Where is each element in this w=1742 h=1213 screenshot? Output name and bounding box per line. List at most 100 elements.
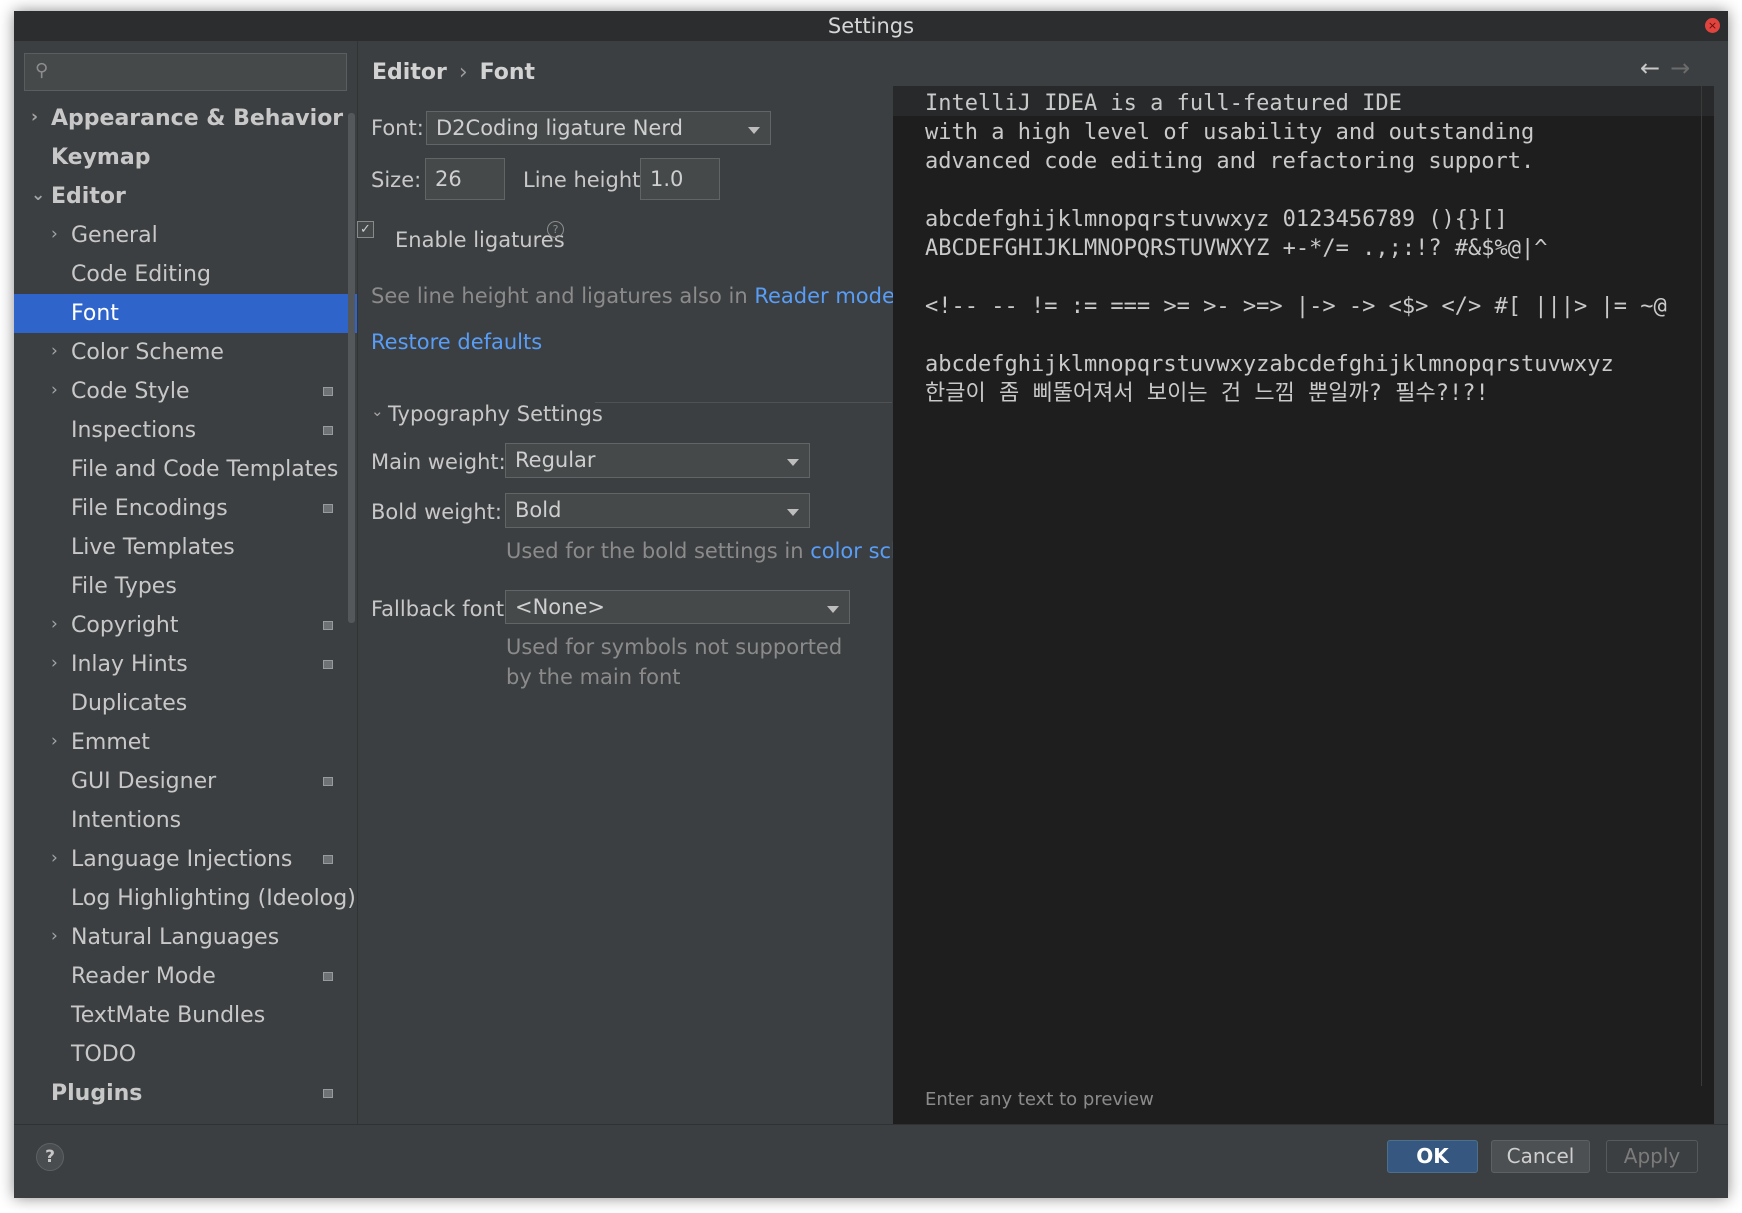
sidebar-item-label: TODO [71, 1042, 137, 1067]
sidebar-item-reader-mode[interactable]: Reader Mode [14, 957, 357, 996]
sidebar-item-label: General [71, 223, 158, 248]
window-title: Settings [827, 14, 915, 38]
chevron-right-icon[interactable]: › [51, 644, 58, 683]
fallback-font-hint-line1: Used for symbols not supported [506, 635, 843, 659]
sidebar-item-textmate-bundles[interactable]: TextMate Bundles [14, 996, 357, 1035]
sidebar-item-version-control[interactable]: › Version Control [14, 1113, 357, 1115]
sidebar-item-general[interactable]: › General [14, 216, 357, 255]
chevron-right-icon[interactable]: › [51, 371, 58, 410]
sidebar-scrollbar[interactable] [348, 113, 355, 623]
chevron-right-icon[interactable]: › [51, 839, 58, 878]
apply-button[interactable]: Apply [1606, 1140, 1698, 1173]
sidebar-item-label: Appearance & Behavior [51, 106, 344, 131]
close-window-icon[interactable]: × [1705, 18, 1720, 33]
search-icon: ⚲ [35, 60, 49, 81]
chevron-right-icon[interactable]: › [51, 215, 58, 254]
sidebar-item-appearance-behavior[interactable]: › Appearance & Behavior [14, 99, 357, 138]
sidebar-item-label: Editor [51, 184, 126, 209]
sidebar-item-gui-designer[interactable]: GUI Designer [14, 762, 357, 801]
sidebar-item-label: Natural Languages [71, 925, 280, 950]
cancel-button[interactable]: Cancel [1491, 1140, 1590, 1173]
chevron-right-icon[interactable]: › [51, 332, 58, 371]
project-settings-icon [323, 972, 333, 981]
forward-arrow-icon[interactable]: → [1670, 54, 1690, 82]
sidebar-item-copyright[interactable]: › Copyright [14, 606, 357, 645]
sidebar-item-intentions[interactable]: Intentions [14, 801, 357, 840]
sidebar-item-emmet[interactable]: › Emmet [14, 723, 357, 762]
collapse-chevron-icon[interactable]: ⌄ [371, 402, 384, 420]
size-label: Size: [371, 168, 422, 192]
fallback-font-hint-line2: by the main font [506, 665, 681, 689]
fallback-font-combobox[interactable]: <None> [505, 590, 850, 624]
sidebar-item-label: Log Highlighting (Ideolog) [71, 886, 356, 911]
sidebar-item-label: Color Scheme [71, 340, 224, 365]
sidebar-item-file-encodings[interactable]: File Encodings [14, 489, 357, 528]
sidebar-item-editor[interactable]: ⌄ Editor [14, 177, 357, 216]
breadcrumb: Editor › Font [372, 60, 535, 85]
enable-ligatures-label[interactable]: Enable ligatures [395, 228, 565, 252]
typography-settings-title[interactable]: Typography Settings [388, 402, 603, 426]
sidebar-item-code-editing[interactable]: Code Editing [14, 255, 357, 294]
sidebar-item-font[interactable]: Font [14, 294, 357, 333]
sidebar-item-live-templates[interactable]: Live Templates [14, 528, 357, 567]
sidebar-item-label: Inlay Hints [71, 652, 188, 677]
sidebar-item-label: Reader Mode [71, 964, 216, 989]
project-settings-icon [323, 660, 333, 669]
back-arrow-icon[interactable]: ← [1640, 54, 1660, 82]
chevron-right-icon[interactable]: › [51, 917, 58, 956]
sidebar-item-keymap[interactable]: Keymap [14, 138, 357, 177]
help-button[interactable]: ? [36, 1143, 64, 1171]
right-margin-guide [1701, 86, 1702, 1086]
sidebar-item-color-scheme[interactable]: › Color Scheme [14, 333, 357, 372]
sidebar-item-language-injections[interactable]: › Language Injections [14, 840, 357, 879]
breadcrumb-separator-icon: › [458, 60, 468, 85]
size-input[interactable]: 26 [425, 158, 505, 200]
sidebar-item-natural-languages[interactable]: › Natural Languages [14, 918, 357, 957]
title-bar: Settings × [14, 11, 1728, 41]
sidebar-item-code-style[interactable]: › Code Style [14, 372, 357, 411]
sidebar-item-label: Plugins [51, 1081, 143, 1106]
reader-mode-link[interactable]: Reader mode [754, 284, 895, 308]
help-icon[interactable]: ? [547, 221, 564, 238]
sidebar-item-label: GUI Designer [71, 769, 217, 794]
search-input[interactable]: ⚲ [24, 53, 347, 91]
ok-button[interactable]: OK [1387, 1140, 1478, 1173]
restore-defaults-link[interactable]: Restore defaults [371, 330, 542, 354]
sidebar-item-inspections[interactable]: Inspections [14, 411, 357, 450]
line-height-input[interactable]: 1.0 [640, 158, 720, 200]
chevron-right-icon[interactable]: › [51, 722, 58, 761]
font-family-value: D2Coding ligature Nerd [436, 116, 683, 140]
sidebar-item-label: Inspections [71, 418, 197, 443]
chevron-down-icon[interactable]: ⌄ [31, 176, 45, 215]
font-preview-editor[interactable]: IntelliJ IDEA is a full-featured IDE wit… [893, 86, 1714, 1136]
sidebar-item-label: File Types [71, 574, 177, 599]
sidebar-item-todo[interactable]: TODO [14, 1035, 357, 1074]
sidebar-item-label: Copyright [71, 613, 179, 638]
enable-ligatures-checkbox[interactable]: ✓ [357, 221, 374, 238]
preview-text[interactable]: IntelliJ IDEA is a full-featured IDE wit… [925, 89, 1667, 408]
project-settings-icon [323, 621, 333, 630]
sidebar-item-label: Code Style [71, 379, 190, 404]
project-settings-icon [323, 504, 333, 513]
sidebar-item-duplicates[interactable]: Duplicates [14, 684, 357, 723]
bold-weight-hint: Used for the bold settings in color sche… [506, 539, 951, 563]
main-weight-label: Main weight: [371, 450, 506, 474]
breadcrumb-parent[interactable]: Editor [372, 60, 447, 85]
dropdown-arrow-icon [787, 509, 799, 516]
chevron-right-icon[interactable]: › [51, 605, 58, 644]
chevron-right-icon[interactable]: › [31, 1112, 38, 1115]
chevron-right-icon[interactable]: › [31, 99, 38, 137]
sidebar-item-plugins[interactable]: Plugins [14, 1074, 357, 1113]
project-settings-icon [323, 855, 333, 864]
sidebar-item-file-and-code-templates[interactable]: File and Code Templates [14, 450, 357, 489]
font-family-combobox[interactable]: D2Coding ligature Nerd [426, 111, 771, 145]
main-weight-combobox[interactable]: Regular [505, 443, 810, 478]
sidebar-item-inlay-hints[interactable]: › Inlay Hints [14, 645, 357, 684]
bold-weight-combobox[interactable]: Bold [505, 493, 810, 528]
settings-sidebar: ⚲ › Appearance & Behavior Keymap ⌄ Editor › Ge… [14, 41, 357, 1125]
sidebar-item-file-types[interactable]: File Types [14, 567, 357, 606]
project-settings-icon [323, 387, 333, 396]
breadcrumb-current: Font [479, 60, 536, 85]
sidebar-item-label: Live Templates [71, 535, 235, 560]
sidebar-item-log-highlighting-ideolog[interactable]: Log Highlighting (Ideolog) [14, 879, 357, 918]
